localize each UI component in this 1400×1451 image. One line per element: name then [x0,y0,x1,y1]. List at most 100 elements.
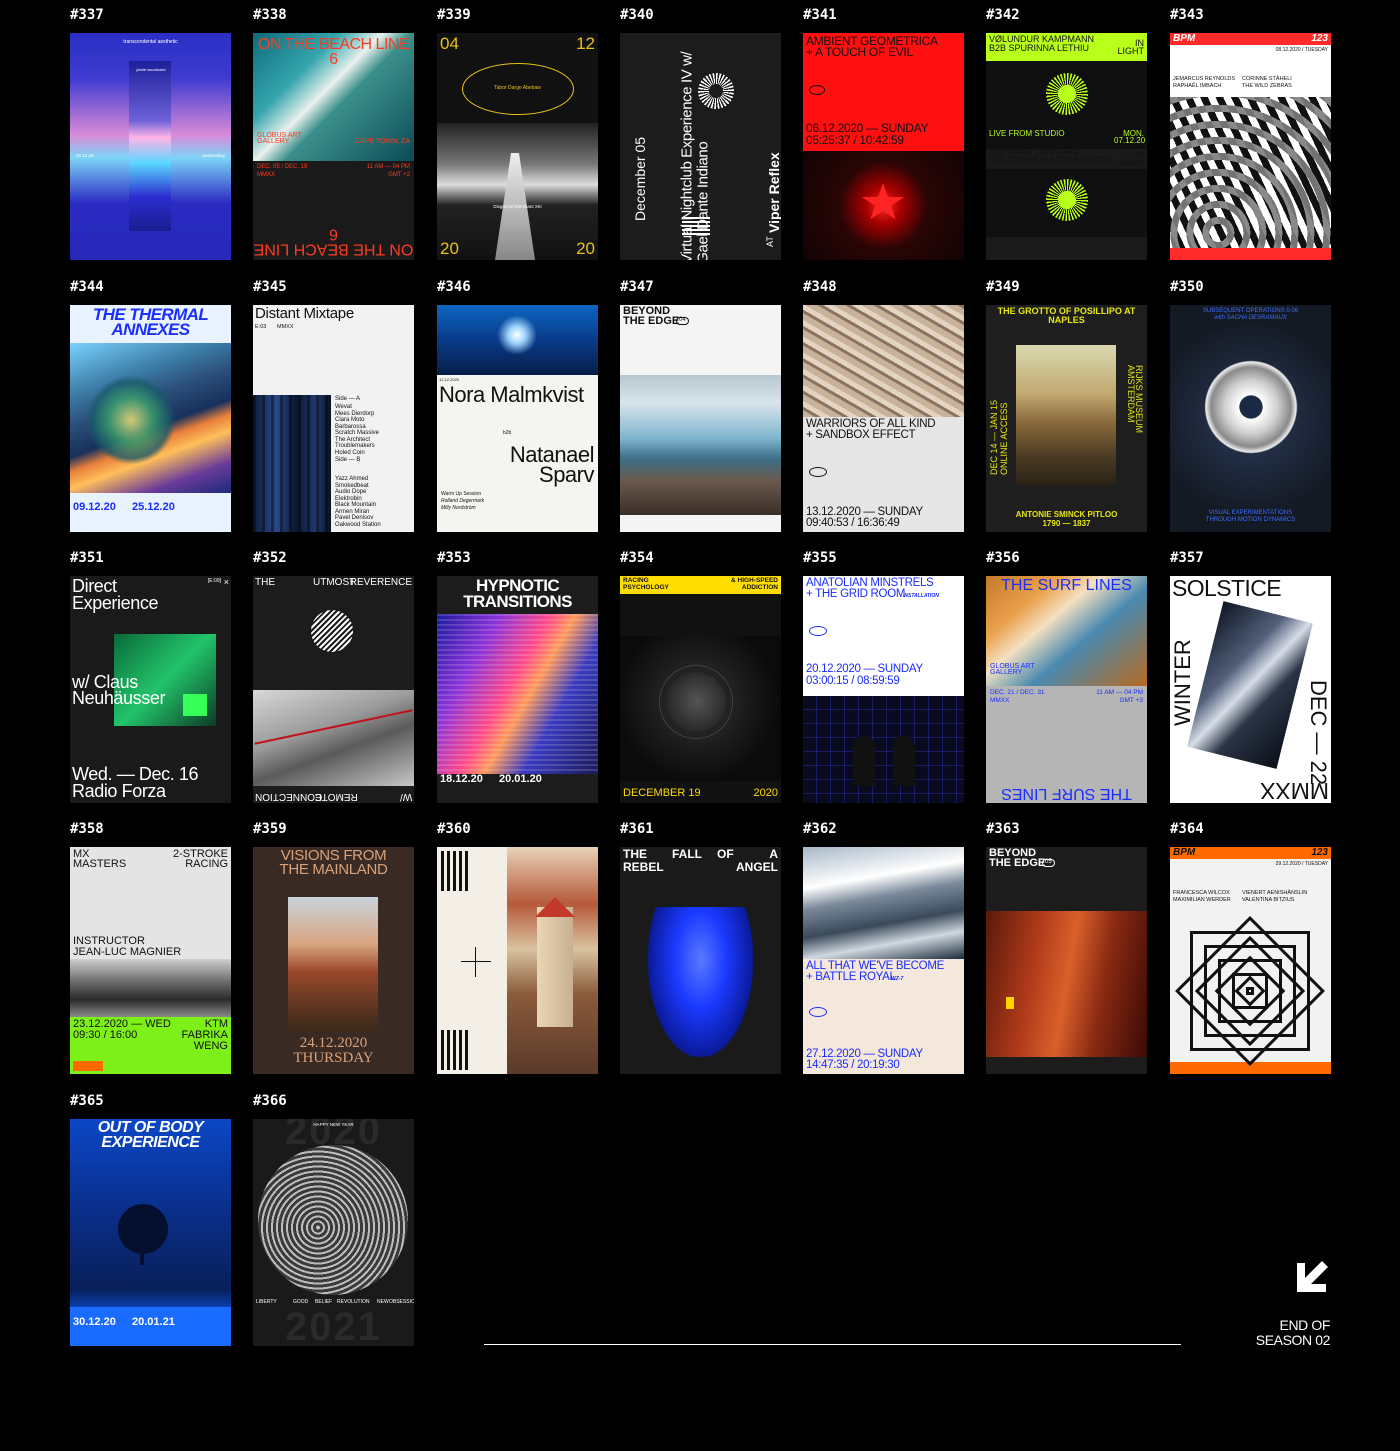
poster-card[interactable]: #348 WARRIORS OF ALL KIND + SANDBOX EFFECT… [803,279,964,532]
poster-day-start: 04 [440,34,459,53]
poster-number: #342 [986,7,1020,23]
poster-card[interactable]: #360 [437,821,598,1074]
poster-card[interactable]: #338 ON THE BEACH LINE 6 GLOBUS ART GALLER… [253,7,414,260]
scan-lines [437,614,598,774]
resolution-word: BELIEF [315,1299,333,1305]
poster-card[interactable]: #357 SOLSTICE WINTER DEC — 22 MMXX [1170,550,1331,803]
concentric-squares-pattern [1175,916,1325,1066]
poster-card[interactable]: #343 BPM 123 08.12.2020 / TUESDAY JEMARCUS R… [1170,7,1331,260]
stage-light [497,315,537,355]
poster-date-end: 20.01.20 [499,773,542,785]
poster-number: #356 [986,550,1020,566]
poster-date-end: 20.01.21 [132,1316,175,1328]
poster-subtitle: & HIGH-SPEED ADDICTION [731,577,778,591]
poster-month-start: 12 [576,34,595,53]
crosshair-v [475,947,476,977]
poster-time: 09:40:53 / 16:36:49 [806,517,900,529]
poster-card[interactable]: #355 ANATOLIAN MINSTRELS + THE GRID ROOM IN… [803,550,964,803]
poster-card[interactable]: #344 THE THERMAL ANNEXES 09.12.20 25.12.20 [70,279,231,532]
resolution-word: GOOD [293,1299,309,1305]
poster-number: #363 [986,821,1020,837]
poster-title: RACING PSYCHOLOGY [623,577,669,591]
neon-burst-center [1058,85,1076,103]
poster-artwork: MX MASTERS 2-STROKE RACING INSTRUCTOR JEAN-… [70,847,231,1074]
poster-number: #358 [70,821,104,837]
poster-card[interactable]: #354 RACING PSYCHOLOGY & HIGH-SPEED ADDICT… [620,550,781,803]
poster-card[interactable]: #346 Nora Malmkvist b2b Natanael Sparv 12.12… [437,279,598,532]
poster-title-mirrored: ON THE BEACH LINE 6 [253,224,414,257]
poster-title: WARRIORS OF ALL KIND [806,418,936,430]
poster-year-a: 20 [440,239,459,259]
poster-card[interactable]: #366 2020 HAPPY NEW YEAR 2021 LIBERTY GOOD BEL… [253,1093,414,1346]
poster-number: #346 [437,279,471,295]
poster-card[interactable]: #361 THE FALL OF A REBEL ANGEL [620,821,781,1074]
poster-card[interactable]: #365 OUT OF BODY EXPERIENCE 30.12.20 20.01.2… [70,1093,231,1346]
poster-artist: Tabor Darge Abebaw [494,85,541,91]
poster-number: #345 [253,279,287,295]
poster-artwork: BEYOND THE EDGE 04 [620,305,781,532]
poster-city: WENG [193,1040,228,1052]
sunburst-center [709,84,723,98]
poster-card[interactable]: #342 VØLUNDUR KAMPMANN B2B SPURINNA LETHIU… [986,7,1147,260]
poster-card[interactable]: #345 Distant Mixtape E:03 MMXX Side — A Side … [253,279,414,532]
topographic-globe [258,1145,408,1295]
poster-card[interactable]: #339 04 12 20 20 Tabor Darge Abebaw Disgraced … [437,7,598,260]
poster-artwork: THE GROTTO OF POSILLIPO AT NAPLES DEC 14 … [986,305,1147,532]
poster-subtitle: transcendental aesthetic [123,39,178,45]
vertical-title-wrap: Virtual Nightclub Experience IV w/ Gael … [678,34,711,260]
poster-tagline-a: VISUAL EXPERIMENTATIONS [1208,510,1293,516]
poster-track: Disgraced Merchant XIII [493,204,542,209]
poster-date: 24.12.2020 [299,1035,368,1051]
glacier-image [620,375,781,515]
poster-at: AT [765,236,775,247]
poster-card[interactable]: #359 VISIONS FROM THE MAINLAND 24.12.2020 TH… [253,821,414,1074]
poster-card[interactable]: #337 transcendental aesthetic jamie woodwa… [70,7,231,260]
poster-card[interactable]: #349 THE GROTTO OF POSILLIPO AT NAPLES DEC… [986,279,1147,532]
poster-card[interactable]: #352 THE UTMOST REVERENCE W/REMOTE CONNECTION [253,550,414,803]
grid-lines [803,696,964,803]
poster-card[interactable]: #341 AMBIENT GEOMETRICA + A TOUCH OF EVIL 0… [803,7,964,260]
torus-image [1204,360,1298,454]
poster-card[interactable]: #347 BEYOND THE EDGE 04 [620,279,781,532]
poster-card[interactable]: #350 SUBSEQUENT OPERATIONS 0.06 with SACHA… [1170,279,1331,532]
zebra-overlay [1170,97,1331,248]
poster-artist: ANTONIE SMINCK PITLOO [1015,510,1118,519]
poster-brand: KTM [204,1018,228,1030]
poster-artist-d: VALENTINA BITZIUS [1242,897,1295,903]
footer-divider [484,1344,1181,1345]
end-of-season-label: END OF SEASON 02 [1256,1318,1331,1347]
poster-artist-b: CORINNE STÄHELI [1242,76,1292,82]
poster-artwork [437,847,598,1074]
track-name: Troublemakers [335,443,375,449]
poster-artwork: THE THERMAL ANNEXES 09.12.20 25.12.20 [70,305,231,532]
eye-icon [809,626,827,636]
poster-number: #350 [1170,279,1204,295]
poster-venue: FABRIKA [181,1029,228,1041]
poster-day: THURSDAY [293,1050,374,1066]
poster-card[interactable]: #353 HYPNOTIC TRANSITIONS 18.12.20 20.01.20 [437,550,598,803]
poster-date: 12.12.2020 [439,377,460,382]
close-x-icon: × [223,577,229,587]
poster-access: ONLINE ACCESS [999,402,1009,475]
poster-card[interactable]: #362 ALL THAT WE'VE BECOME + BATTLE ROYAL W… [803,821,964,1074]
poster-artist: Neuhäusser [72,688,166,708]
poster-number: #347 [620,279,654,295]
poster-word-d: W/ [399,791,412,802]
poster-card[interactable]: #364 BPM 123 29.12.2020 / TUESDAY FRANCESCA … [1170,821,1331,1074]
poster-artwork: THE FALL OF A REBEL ANGEL [620,847,781,1074]
poster-card[interactable]: #340 Virtual Nightclub Experience IV w/ G… [620,7,781,260]
poster-card[interactable]: #356 THE SURF LINES GLOBUS ART GALLERY DEC.… [986,550,1147,803]
track-name: Scratch Massive [335,430,380,436]
poster-time: 03:00:15 / 08:59:59 [806,675,900,687]
poster-number: #353 [437,550,471,566]
poster-card[interactable]: #363 BEYOND THE EDGE 05 [986,821,1147,1074]
poster-card[interactable]: #358 MX MASTERS 2-STROKE RACING INSTRUCTOR J… [70,821,231,1074]
poster-number: #354 [620,550,654,566]
poster-episode: 05 [1042,859,1055,867]
climber-cliff-image [986,911,1147,1057]
poster-date: 23.12.2020 — WED [73,1018,171,1030]
poster-card[interactable]: #351 Direct Experience [E:09] × w/ Claus Neuh… [70,550,231,803]
poster-number: #343 [1170,7,1204,23]
poster-tag: WZ-7 [891,976,904,982]
poster-number: #341 [803,7,837,23]
